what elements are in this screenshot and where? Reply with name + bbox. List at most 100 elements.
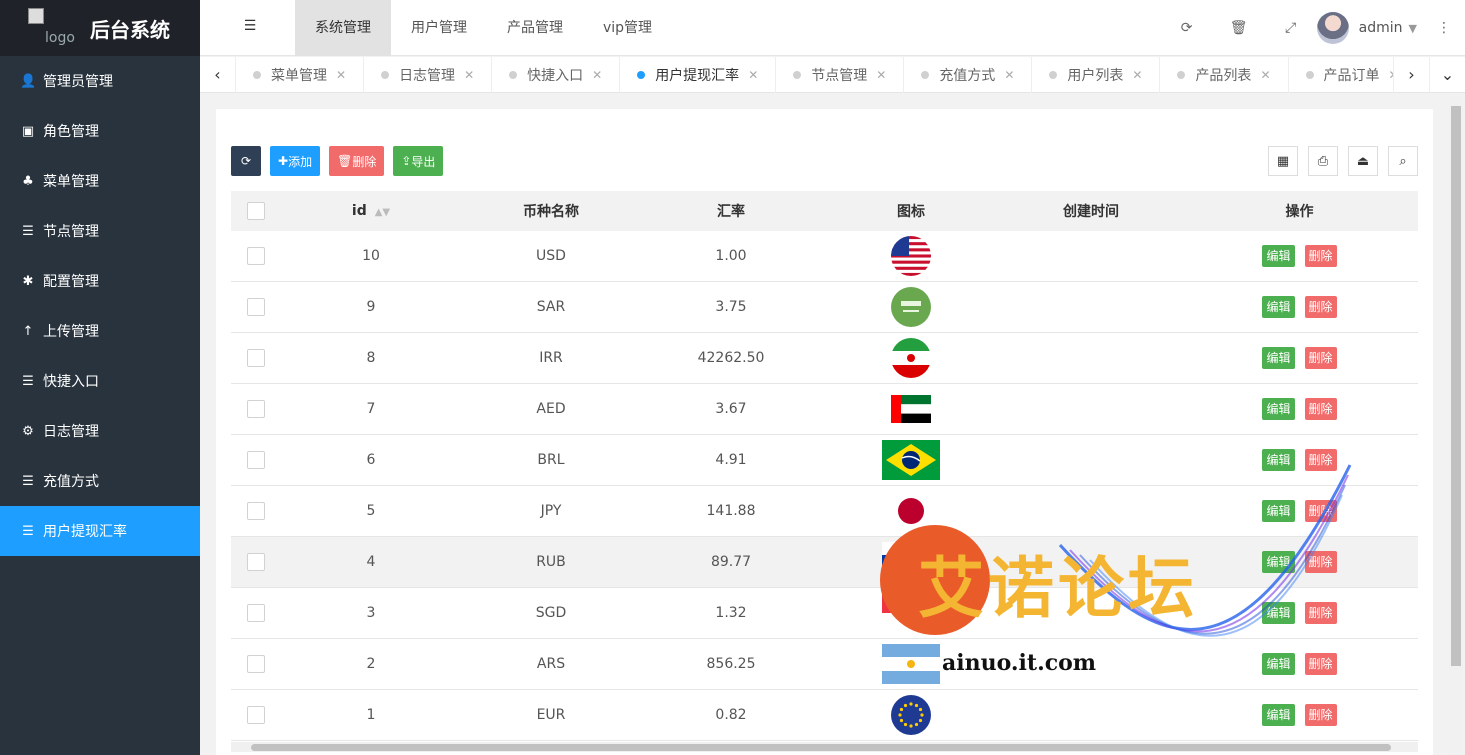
refresh-icon[interactable]: ⟳: [1161, 20, 1213, 36]
column-header-id[interactable]: id ▲▼: [281, 203, 461, 219]
close-icon[interactable]: ✕: [464, 68, 474, 82]
row-checkbox[interactable]: [247, 553, 265, 571]
close-icon[interactable]: ✕: [592, 68, 602, 82]
row-checkbox[interactable]: [247, 400, 265, 418]
close-icon[interactable]: ✕: [748, 68, 758, 82]
delete-button[interactable]: 🗑 删除: [329, 146, 385, 176]
row-checkbox[interactable]: [247, 451, 265, 469]
delete-row-button[interactable]: 删除: [1304, 296, 1337, 318]
sidebar-item[interactable]: ▣ 角色管理: [0, 106, 200, 156]
chevron-down-icon[interactable]: ▼: [1409, 22, 1417, 35]
page-tab[interactable]: 产品订单 ✕: [1289, 57, 1394, 93]
table-row[interactable]: 6 BRL 4.91 编辑 删除: [231, 435, 1418, 486]
table-row[interactable]: 2 ARS 856.25 编辑 删除: [231, 639, 1418, 690]
close-icon[interactable]: ✕: [876, 68, 886, 82]
table-row[interactable]: 10 USD 1.00 编辑 删除: [231, 231, 1418, 282]
vertical-scrollbar[interactable]: [1449, 96, 1463, 755]
flag-ae-icon: [821, 395, 1001, 423]
search-icon[interactable]: ⌕: [1388, 146, 1418, 176]
avatar[interactable]: [1316, 12, 1349, 44]
table-row[interactable]: 4 RUB 89.77 编辑 删除: [231, 537, 1418, 588]
edit-button[interactable]: 编辑: [1262, 449, 1295, 471]
columns-filter-icon[interactable]: ▦: [1268, 146, 1298, 176]
select-all-checkbox[interactable]: [247, 202, 265, 220]
delete-row-button[interactable]: 删除: [1304, 245, 1337, 267]
top-nav-item[interactable]: 系统管理: [295, 0, 391, 56]
row-checkbox[interactable]: [247, 655, 265, 673]
tabs-scroll-left-icon[interactable]: ‹: [200, 57, 236, 93]
cell-currency: JPY: [540, 503, 562, 519]
sidebar-item[interactable]: ☰ 用户提现汇率: [0, 506, 200, 556]
edit-button[interactable]: 编辑: [1262, 347, 1295, 369]
close-icon[interactable]: ✕: [1004, 68, 1014, 82]
sidebar-item[interactable]: ☰ 节点管理: [0, 206, 200, 256]
edit-button[interactable]: 编辑: [1262, 398, 1295, 420]
row-checkbox[interactable]: [247, 604, 265, 622]
username[interactable]: admin: [1359, 20, 1403, 36]
table-row[interactable]: 9 SAR 3.75 编辑 删除: [231, 282, 1418, 333]
row-checkbox[interactable]: [247, 706, 265, 724]
row-checkbox[interactable]: [247, 349, 265, 367]
edit-button[interactable]: 编辑: [1262, 653, 1295, 675]
horizontal-scrollbar[interactable]: [231, 742, 1418, 752]
sidebar-item[interactable]: ✱ 配置管理: [0, 256, 200, 306]
sidebar-item[interactable]: ☰ 充值方式: [0, 456, 200, 506]
top-nav-item[interactable]: 产品管理: [487, 0, 583, 56]
sidebar-item[interactable]: ☰ 快捷入口: [0, 356, 200, 406]
tabs-scroll-right-icon[interactable]: ›: [1393, 57, 1429, 93]
add-button[interactable]: ✚ 添加: [270, 146, 321, 176]
print-icon[interactable]: ⎙: [1308, 146, 1338, 176]
refresh-button[interactable]: ⟳: [231, 146, 261, 176]
sidebar-item[interactable]: ♣ 菜单管理: [0, 156, 200, 206]
delete-row-button[interactable]: 删除: [1304, 500, 1337, 522]
delete-row-button[interactable]: 删除: [1304, 602, 1337, 624]
row-checkbox[interactable]: [247, 298, 265, 316]
fullscreen-icon[interactable]: ⤢: [1265, 20, 1317, 36]
trash-icon[interactable]: 🗑: [1213, 20, 1265, 36]
sidebar-item[interactable]: 👤 管理员管理: [0, 56, 200, 106]
edit-button[interactable]: 编辑: [1262, 704, 1295, 726]
edit-button[interactable]: 编辑: [1262, 245, 1295, 267]
table-row[interactable]: 5 JPY 141.88 编辑 删除: [231, 486, 1418, 537]
more-vertical-icon[interactable]: ⋮: [1437, 20, 1451, 36]
row-checkbox[interactable]: [247, 247, 265, 265]
tabs-menu-chevron-icon[interactable]: ⌄: [1429, 57, 1465, 93]
page-tab[interactable]: 用户列表 ✕: [1032, 57, 1161, 93]
export-button[interactable]: ⇪ 导出: [393, 146, 444, 176]
table-row[interactable]: 7 AED 3.67 编辑 删除: [231, 384, 1418, 435]
page-tab[interactable]: 日志管理 ✕: [364, 57, 493, 93]
page-tab[interactable]: 充值方式 ✕: [904, 57, 1033, 93]
delete-row-button[interactable]: 删除: [1304, 398, 1337, 420]
page-tab[interactable]: 用户提现汇率 ✕: [620, 57, 777, 93]
page-tab[interactable]: 产品列表 ✕: [1160, 57, 1289, 93]
table-row[interactable]: 1 EUR 0.82 编辑 删除: [231, 690, 1418, 741]
page-tab[interactable]: 菜单管理 ✕: [236, 57, 365, 93]
table-row[interactable]: 8 IRR 42262.50 编辑 删除: [231, 333, 1418, 384]
delete-row-button[interactable]: 删除: [1304, 449, 1337, 471]
delete-row-button[interactable]: 删除: [1304, 347, 1337, 369]
table-row[interactable]: 3 SGD 1.32 编辑 删除: [231, 588, 1418, 639]
sidebar-toggle-icon[interactable]: ☰: [240, 18, 260, 38]
close-icon[interactable]: ✕: [1260, 68, 1270, 82]
sidebar: logo 后台系统 👤 管理员管理 ▣ 角色管理 ♣ 菜单管理 ☰ 节点管理 ✱ 配置管理 ↑ 上传管…: [0, 0, 200, 755]
page-tab[interactable]: 节点管理 ✕: [776, 57, 905, 93]
delete-row-button[interactable]: 删除: [1304, 653, 1337, 675]
edit-button[interactable]: 编辑: [1262, 296, 1295, 318]
flag-us-icon: [821, 236, 1001, 276]
close-icon[interactable]: ✕: [1132, 68, 1142, 82]
top-nav-item[interactable]: 用户管理: [391, 0, 487, 56]
close-icon[interactable]: ✕: [336, 68, 346, 82]
tab-status-dot: [921, 71, 930, 79]
sidebar-item[interactable]: ⚙ 日志管理: [0, 406, 200, 456]
sidebar-item[interactable]: ↑ 上传管理: [0, 306, 200, 356]
top-nav-item[interactable]: vip管理: [583, 0, 672, 56]
export-table-icon[interactable]: ⏏: [1348, 146, 1378, 176]
edit-button[interactable]: 编辑: [1262, 602, 1295, 624]
sort-icon[interactable]: ▲▼: [375, 207, 390, 218]
delete-row-button[interactable]: 删除: [1304, 551, 1337, 573]
page-tab[interactable]: 快捷入口 ✕: [492, 57, 621, 93]
edit-button[interactable]: 编辑: [1262, 551, 1295, 573]
edit-button[interactable]: 编辑: [1262, 500, 1295, 522]
row-checkbox[interactable]: [247, 502, 265, 520]
delete-row-button[interactable]: 删除: [1304, 704, 1337, 726]
